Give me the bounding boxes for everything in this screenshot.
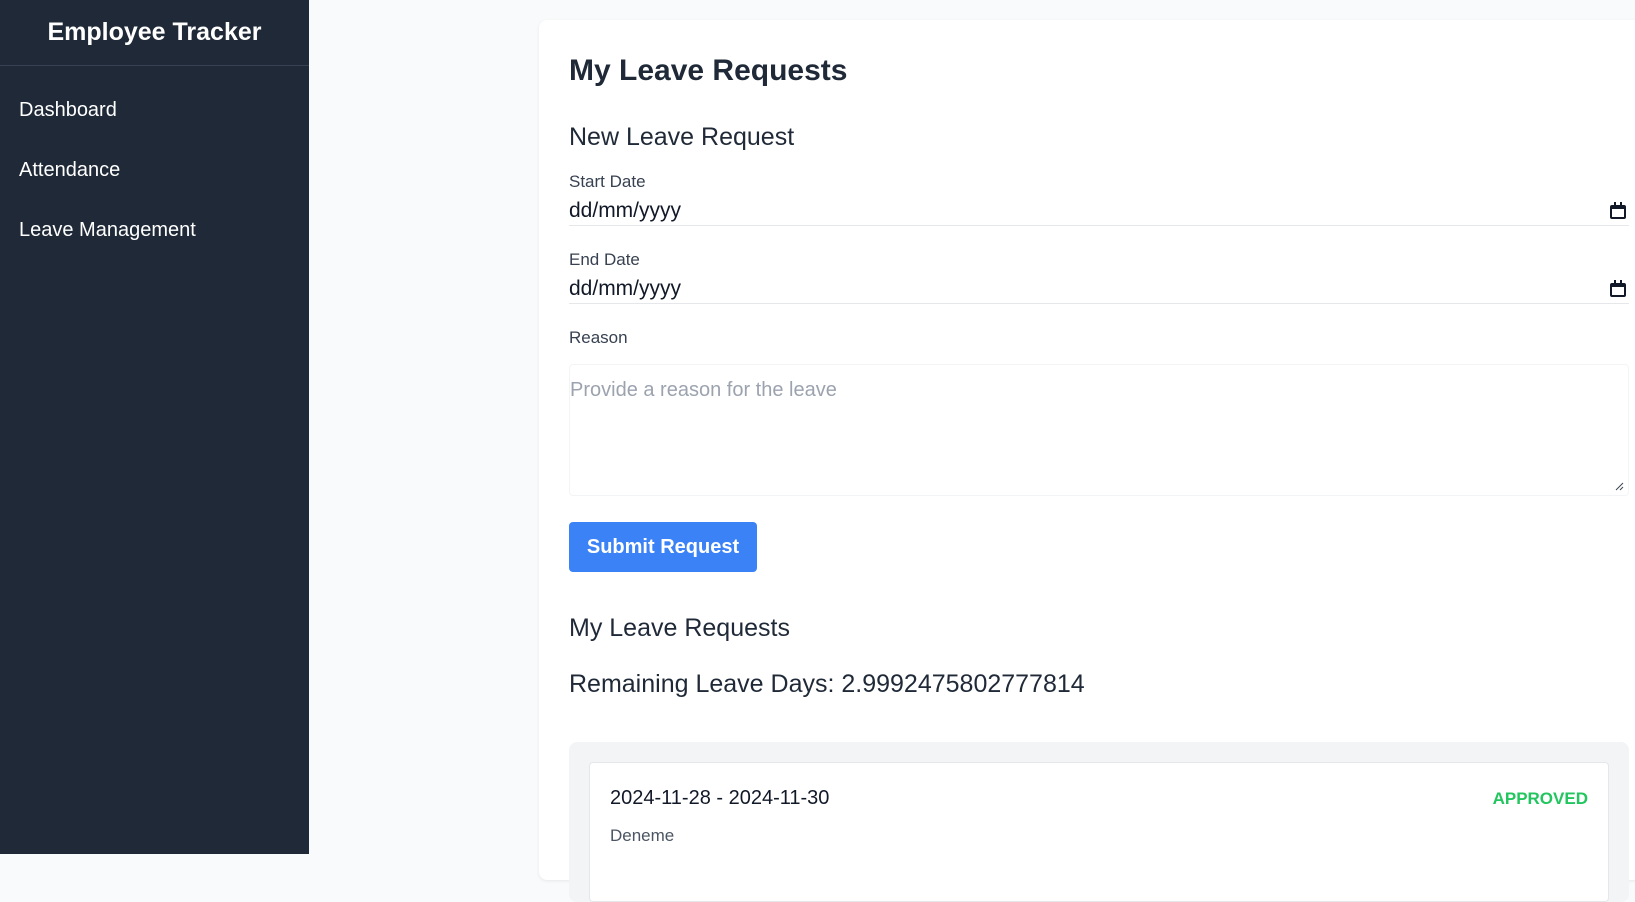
app-title: Employee Tracker bbox=[0, 0, 309, 66]
sidebar-item-leave-management[interactable]: Leave Management bbox=[0, 200, 309, 260]
remaining-leave-days: Remaining Leave Days: 2.9992475802777814 bbox=[569, 670, 1085, 698]
list-item: 2024-11-28 - 2024-11-30 APPROVED Deneme bbox=[589, 762, 1609, 902]
reason-textarea[interactable]: Provide a reason for the leave bbox=[569, 364, 1629, 496]
sidebar-item-dashboard[interactable]: Dashboard bbox=[0, 80, 309, 140]
start-date-label: Start Date bbox=[569, 172, 646, 191]
sidebar-nav: Dashboard Attendance Leave Management bbox=[0, 66, 309, 260]
calendar-icon[interactable] bbox=[1609, 279, 1627, 298]
end-date-value: dd/mm/yyyy bbox=[569, 276, 682, 300]
request-dates: 2024-11-28 - 2024-11-30 bbox=[610, 787, 830, 809]
leave-requests-list: 2024-11-28 - 2024-11-30 APPROVED Deneme bbox=[569, 742, 1629, 902]
start-date-input[interactable]: dd/mm/yyyy bbox=[569, 196, 1629, 226]
new-leave-request-title: New Leave Request bbox=[569, 123, 795, 151]
calendar-icon[interactable] bbox=[1609, 201, 1627, 220]
sidebar-item-attendance[interactable]: Attendance bbox=[0, 140, 309, 200]
leave-requests-card: My Leave Requests New Leave Request Star… bbox=[539, 20, 1635, 902]
start-date-value: dd/mm/yyyy bbox=[569, 198, 682, 222]
reason-label: Reason bbox=[569, 328, 628, 347]
submit-request-button[interactable]: Submit Request bbox=[569, 522, 757, 572]
end-date-input[interactable]: dd/mm/yyyy bbox=[569, 274, 1629, 304]
sidebar: Employee Tracker Dashboard Attendance Le… bbox=[0, 0, 309, 854]
my-leave-requests-title: My Leave Requests bbox=[569, 614, 790, 642]
request-reason: Deneme bbox=[610, 826, 675, 845]
reason-placeholder: Provide a reason for the leave bbox=[570, 379, 837, 401]
resize-handle-icon[interactable] bbox=[1614, 481, 1624, 491]
main-content: My Leave Requests New Leave Request Star… bbox=[309, 0, 1635, 902]
status-badge: APPROVED bbox=[1492, 789, 1588, 808]
end-date-label: End Date bbox=[569, 250, 640, 269]
page-title: My Leave Requests bbox=[569, 54, 848, 87]
